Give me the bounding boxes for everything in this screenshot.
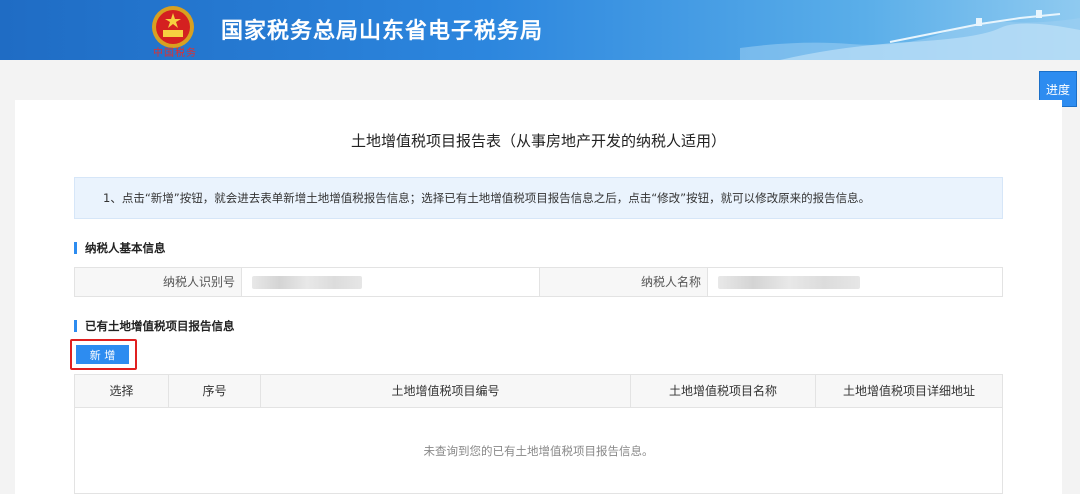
col-project-address[interactable]: 土地增值税项目详细地址 bbox=[816, 375, 1002, 407]
taxpayer-info-table: 纳税人识别号 纳税人名称 bbox=[74, 267, 1003, 297]
site-header: 中国税务 国家税务总局山东省电子税务局 bbox=[0, 0, 1080, 60]
reports-section-title: 已有土地增值税项目报告信息 bbox=[74, 320, 235, 332]
taxpayer-id-value bbox=[241, 268, 540, 296]
tax-calligraphy-logo: 中国税务 bbox=[153, 48, 197, 59]
redacted-id bbox=[252, 276, 362, 289]
col-index[interactable]: 序号 bbox=[169, 375, 261, 407]
taxpayer-section-title: 纳税人基本信息 bbox=[74, 242, 166, 254]
site-title: 国家税务总局山东省电子税务局 bbox=[221, 19, 544, 44]
taxpayer-name-value bbox=[707, 268, 1002, 296]
notice-box: 1、点击“新增”按钮，就会进去表单新增土地增值税报告信息；选择已有土地增值税项目… bbox=[74, 177, 1003, 219]
col-project-number[interactable]: 土地增值税项目编号 bbox=[261, 375, 631, 407]
table-header: 选择 序号 土地增值税项目编号 土地增值税项目名称 土地增值税项目详细地址 bbox=[75, 375, 1002, 408]
taxpayer-name-label: 纳税人名称 bbox=[540, 268, 707, 296]
reports-table: 选择 序号 土地增值税项目编号 土地增值税项目名称 土地增值税项目详细地址 未查… bbox=[74, 374, 1003, 494]
add-button-highlight: 新 增 bbox=[70, 339, 137, 370]
col-project-name[interactable]: 土地增值税项目名称 bbox=[631, 375, 816, 407]
add-button[interactable]: 新 增 bbox=[76, 345, 129, 364]
col-select[interactable]: 选择 bbox=[75, 375, 169, 407]
form-title: 土地增值税项目报告表（从事房地产开发的纳税人适用） bbox=[350, 132, 726, 150]
taxpayer-id-label: 纳税人识别号 bbox=[75, 268, 241, 296]
redacted-name bbox=[718, 276, 860, 289]
great-wall-banner bbox=[740, 10, 1080, 60]
empty-message: 未查询到您的已有土地增值税项目报告信息。 bbox=[423, 444, 654, 458]
